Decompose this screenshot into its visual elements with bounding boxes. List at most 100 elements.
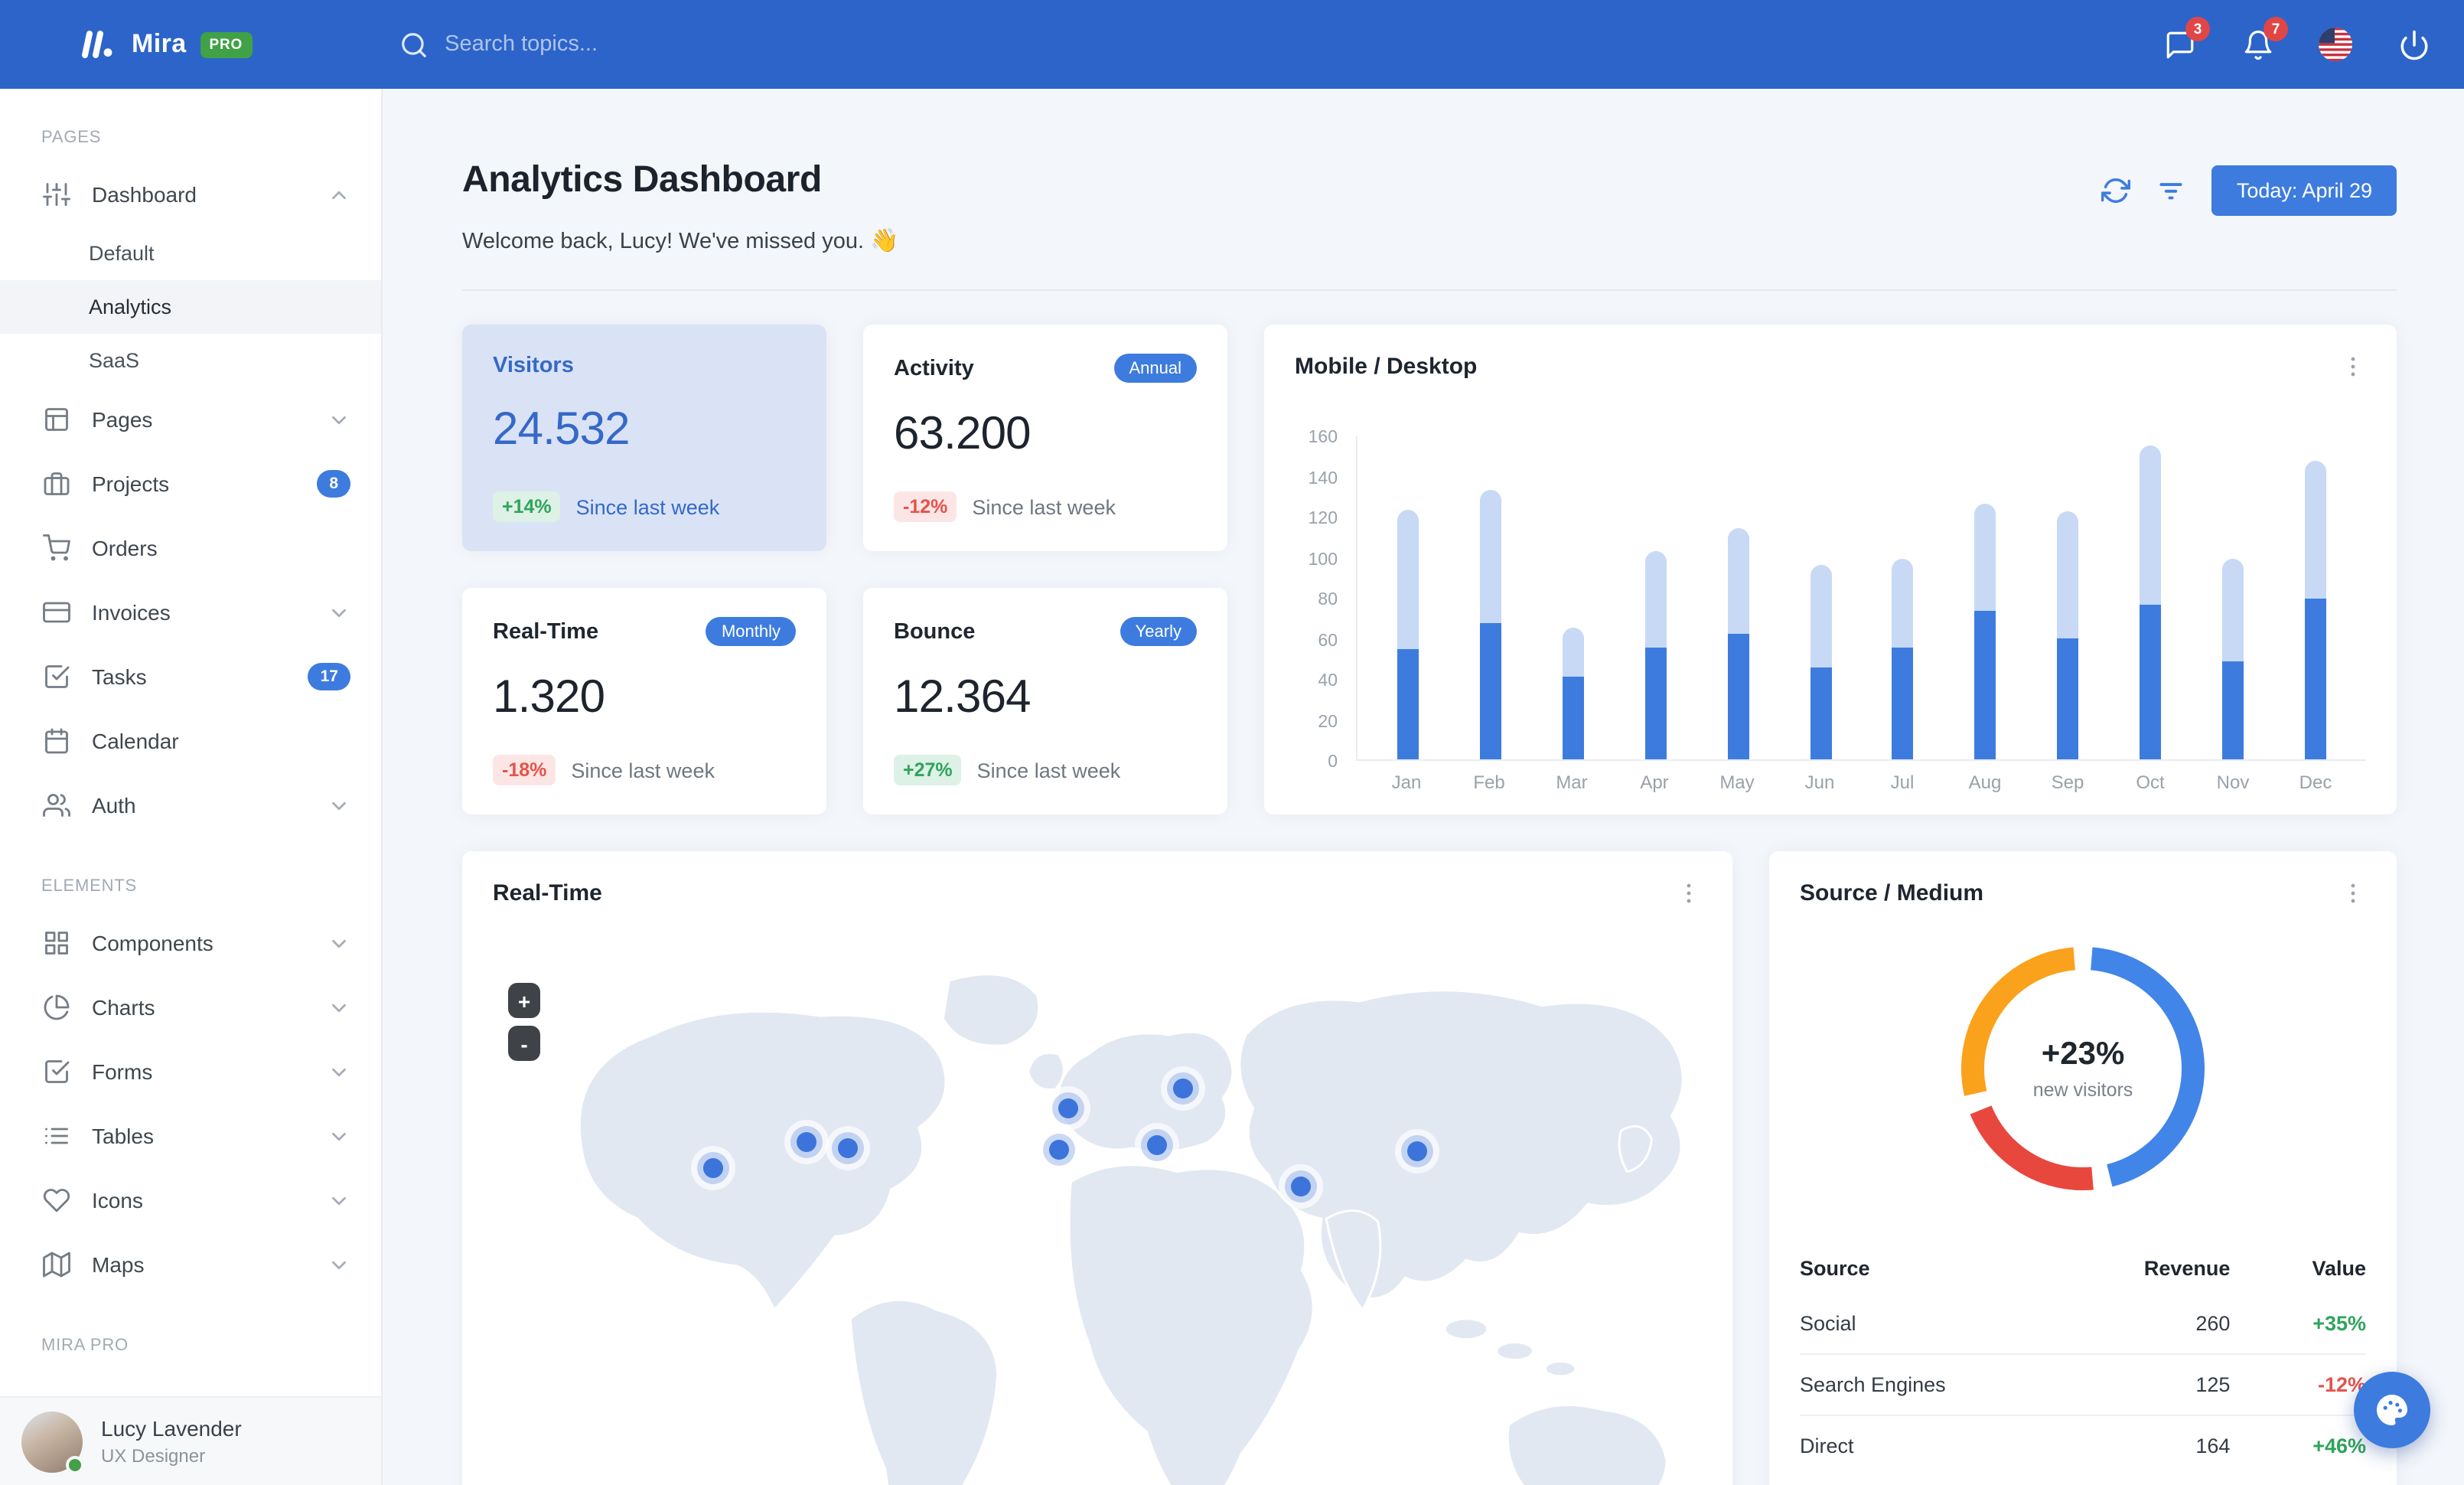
map-marker[interactable] <box>838 1138 858 1158</box>
stat-period-badge[interactable]: Yearly <box>1120 617 1197 646</box>
bar-chart: 0 20 40 60 80 100 120 140 160 Jan Feb Mar Apr May Jun… <box>1295 429 2366 793</box>
stat-value: 63.200 <box>894 409 1032 459</box>
brand[interactable]: Mira PRO <box>77 24 253 64</box>
kebab-menu-icon[interactable] <box>1676 880 1702 906</box>
sidebar-item-invoices[interactable]: Invoices <box>0 580 381 645</box>
date-button[interactable]: Today: April 29 <box>2211 165 2397 216</box>
realtime-map-card: Real-Time + - <box>462 851 1732 1485</box>
sidebar-item-label: Charts <box>92 995 155 1020</box>
donut-segment-search-engines[interactable] <box>1970 1105 2094 1190</box>
y-tick-label: 120 <box>1308 510 1338 528</box>
map-marker[interactable] <box>1147 1135 1167 1155</box>
table-row-search-engines[interactable]: Search Engines 125 -12% <box>1800 1354 2366 1415</box>
stat-delta-badge: +27% <box>894 755 962 785</box>
map-marker[interactable] <box>1173 1079 1193 1098</box>
sidebar-item-tasks[interactable]: Tasks 17 <box>0 645 381 709</box>
x-tick-label: Jul <box>1890 772 1915 793</box>
sidebar-item-projects[interactable]: Projects 8 <box>0 452 381 516</box>
cell-value: +35% <box>2312 1312 2366 1335</box>
sidebar-subitem-default[interactable]: Default <box>0 227 381 280</box>
sidebar-item-icons[interactable]: Icons <box>0 1168 381 1232</box>
search-input[interactable]: Search topics... <box>399 30 598 59</box>
sidebar-item-tables[interactable]: Tables <box>0 1104 381 1168</box>
map-marker[interactable] <box>797 1132 816 1152</box>
sidebar-item-maps[interactable]: Maps <box>0 1232 381 1297</box>
refresh-icon[interactable] <box>2101 176 2131 205</box>
language-flag-button[interactable] <box>2319 28 2352 61</box>
table-row-direct[interactable]: Direct 164 +46% <box>1800 1415 2366 1476</box>
search-icon <box>399 30 428 59</box>
bar-dec[interactable] <box>2305 461 2327 759</box>
stat-period-badge[interactable]: Annual <box>1113 354 1197 383</box>
map-zoom-in-button[interactable]: + <box>508 983 540 1018</box>
sidebar-item-dashboard[interactable]: Dashboard <box>0 162 381 227</box>
map-marker[interactable] <box>1049 1140 1069 1160</box>
map-marker[interactable] <box>703 1158 723 1178</box>
sidebar-item-charts[interactable]: Charts <box>0 975 381 1040</box>
stat-value: 24.532 <box>493 404 631 455</box>
page-subtitle: Welcome back, Lucy! We've missed you. 👋 <box>462 228 899 254</box>
chevron-down-icon <box>328 996 350 1019</box>
sidebar-item-forms[interactable]: Forms <box>0 1040 381 1104</box>
signout-button[interactable] <box>2397 28 2430 61</box>
calendar-icon <box>43 727 70 755</box>
heart-icon <box>43 1186 70 1214</box>
chevron-down-icon <box>328 1060 350 1083</box>
stat-value: 12.364 <box>894 672 1032 723</box>
sidebar-item-auth[interactable]: Auth <box>0 773 381 837</box>
bar-aug[interactable] <box>1974 504 1996 759</box>
chevron-down-icon <box>328 794 350 817</box>
bar-may[interactable] <box>1727 527 1749 759</box>
bar-jan[interactable] <box>1397 510 1419 759</box>
bar-segment-desktop <box>2305 461 2327 599</box>
bar-segment-desktop <box>1810 564 1832 668</box>
stat-footer: +14% Since last week <box>493 491 796 522</box>
map-marker[interactable] <box>1407 1141 1427 1161</box>
notifications-count-badge: 7 <box>2264 17 2288 41</box>
x-tick-label: Aug <box>1968 772 2002 793</box>
sidebar-item-label: Maps <box>92 1252 145 1277</box>
sidebar-item-calendar[interactable]: Calendar <box>0 709 381 773</box>
kebab-menu-icon[interactable] <box>2340 354 2366 380</box>
bar-segment-desktop <box>1479 489 1501 624</box>
x-tick-label: Jun <box>1804 772 1835 793</box>
chevron-down-icon <box>328 1189 350 1212</box>
filter-icon[interactable] <box>2157 176 2186 205</box>
bar-feb[interactable] <box>1479 489 1501 759</box>
bar-segment-desktop <box>1727 527 1749 634</box>
mira-logo-icon <box>77 24 116 64</box>
bar-sep[interactable] <box>2057 511 2079 759</box>
notifications-button[interactable]: 7 <box>2241 17 2288 61</box>
chevron-down-icon <box>328 601 350 624</box>
table-row-social[interactable]: Social 260 +35% <box>1800 1294 2366 1354</box>
bar-mar[interactable] <box>1562 627 1584 759</box>
sidebar-item-pages[interactable]: Pages <box>0 387 381 452</box>
sidebar-subitem-saas[interactable]: SaaS <box>0 334 381 387</box>
bar-column-aug <box>1944 436 2027 759</box>
bar-column-dec <box>2274 436 2357 759</box>
map-marker[interactable] <box>1291 1177 1311 1196</box>
sidebar-item-label: Invoices <box>92 600 171 625</box>
sidebar-item-orders[interactable]: Orders <box>0 516 381 580</box>
theme-settings-button[interactable] <box>2354 1372 2430 1448</box>
bar-apr[interactable] <box>1644 550 1667 759</box>
world-map[interactable]: + - <box>493 925 1702 1485</box>
bar-segment-mobile <box>2222 661 2244 759</box>
messages-button[interactable]: 3 <box>2163 17 2210 61</box>
kebab-menu-icon[interactable] <box>2340 880 2366 906</box>
bar-oct[interactable] <box>2140 445 2162 759</box>
sidebar-user[interactable]: Lucy Lavender UX Designer <box>0 1396 381 1485</box>
map-zoom-out-button[interactable]: - <box>508 1026 540 1061</box>
sidebar-item-components[interactable]: Components <box>0 911 381 975</box>
y-tick-label: 160 <box>1308 429 1338 447</box>
bar-nov[interactable] <box>2222 558 2244 759</box>
bar-jun[interactable] <box>1810 564 1832 759</box>
bar-segment-mobile <box>1397 649 1419 759</box>
stat-card-header: Activity Annual <box>894 354 1197 383</box>
chart-x-axis: Jan Feb Mar Apr May Jun Jul Aug Sep Oct Nov Dec <box>1356 772 2366 793</box>
sidebar-item-label: Dashboard <box>92 182 197 207</box>
stat-period-badge[interactable]: Monthly <box>706 617 796 646</box>
bar-jul[interactable] <box>1892 558 1914 759</box>
sidebar-subitem-analytics[interactable]: Analytics <box>0 280 381 334</box>
map-marker[interactable] <box>1058 1098 1078 1118</box>
